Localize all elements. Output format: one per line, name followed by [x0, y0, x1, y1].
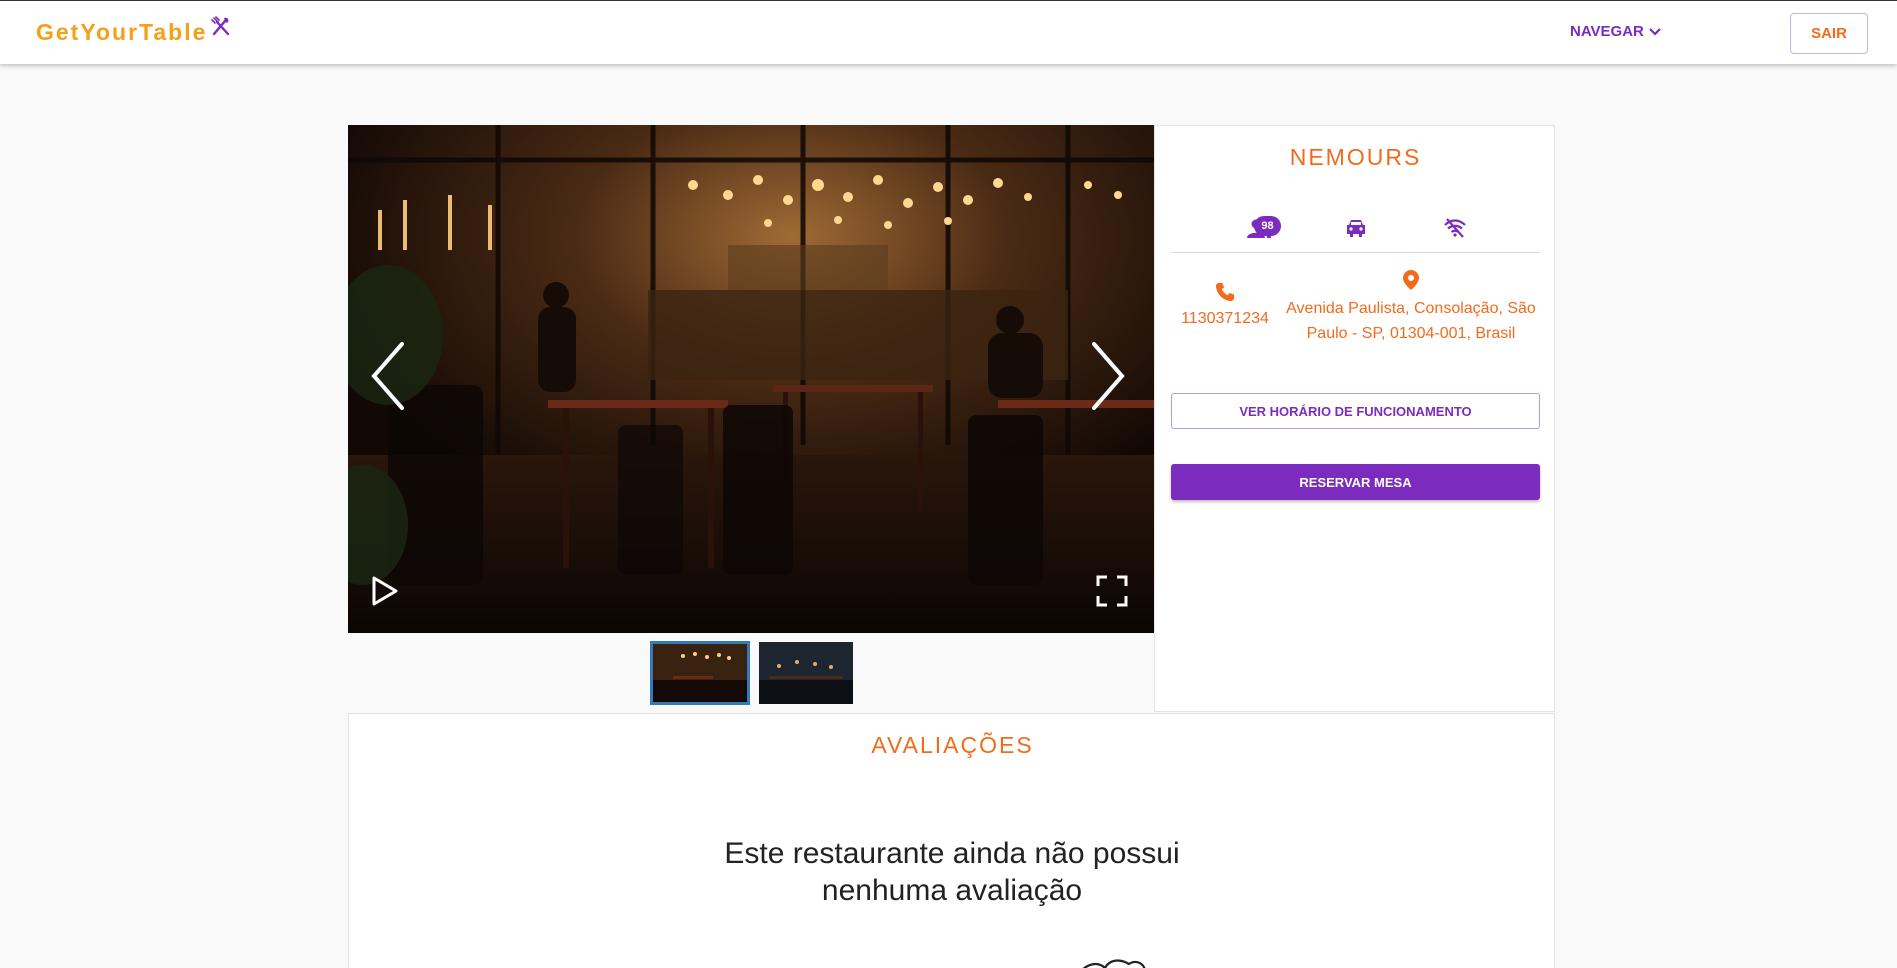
- logo-text: GetYourTable: [36, 19, 208, 45]
- phone-icon: [1216, 283, 1234, 301]
- reviews-section: AVALIAÇÕES Este restaurante ainda não po…: [348, 713, 1555, 968]
- car-icon: [1345, 218, 1367, 243]
- reserve-table-button[interactable]: RESERVAR MESA: [1171, 464, 1540, 500]
- play-icon: [372, 576, 398, 606]
- restaurant-photo: [348, 125, 1154, 633]
- chevron-down-icon: [1649, 27, 1661, 36]
- image-gallery: [348, 125, 1154, 633]
- fullscreen-icon: [1096, 575, 1128, 607]
- location-pin-icon: [1403, 270, 1419, 290]
- chevron-right-icon: [1092, 342, 1125, 410]
- empty-reviews-illustration: [1079, 954, 1169, 968]
- logo[interactable]: GetYourTable: [36, 16, 231, 46]
- capacity-badge: 98: [1254, 216, 1281, 236]
- gallery-play-button[interactable]: [370, 575, 400, 612]
- navegar-dropdown[interactable]: NAVEGAR: [1570, 23, 1662, 40]
- fork-knife-icon: [211, 16, 231, 41]
- reviews-title: AVALIAÇÕES: [871, 732, 1034, 758]
- gallery-next-button[interactable]: [1088, 340, 1128, 417]
- gallery-fullscreen-button[interactable]: [1096, 575, 1128, 612]
- gallery-thumbnails: [650, 641, 853, 705]
- opening-hours-button[interactable]: VER HORÁRIO DE FUNCIONAMENTO: [1171, 393, 1540, 429]
- chevron-left-icon: [371, 342, 404, 410]
- thumbnail-2[interactable]: [759, 642, 853, 704]
- restaurant-name: NEMOURS: [1289, 144, 1422, 170]
- address-info: Avenida Paulista, Consolação, São Paulo …: [1279, 270, 1543, 346]
- no-reviews-message: Este restaurante ainda não possui nenhum…: [724, 837, 1180, 907]
- phone-info: 1130371234: [1171, 282, 1279, 328]
- wifi-off-icon: [1443, 218, 1467, 243]
- address-text[interactable]: Avenida Paulista, Consolação, São Paulo …: [1286, 300, 1536, 342]
- logout-button[interactable]: SAIR: [1790, 13, 1868, 54]
- phone-number[interactable]: 1130371234: [1181, 310, 1269, 327]
- restaurant-info-card: NEMOURS 1130371234 Avenida Paulista, Con…: [1154, 125, 1555, 712]
- navegar-label: NAVEGAR: [1570, 23, 1644, 40]
- amenities-row: [1171, 218, 1540, 253]
- top-navbar: GetYourTable NAVEGAR SAIR: [0, 0, 1897, 64]
- gallery-prev-button[interactable]: [368, 340, 408, 417]
- thumbnail-1[interactable]: [650, 641, 750, 705]
